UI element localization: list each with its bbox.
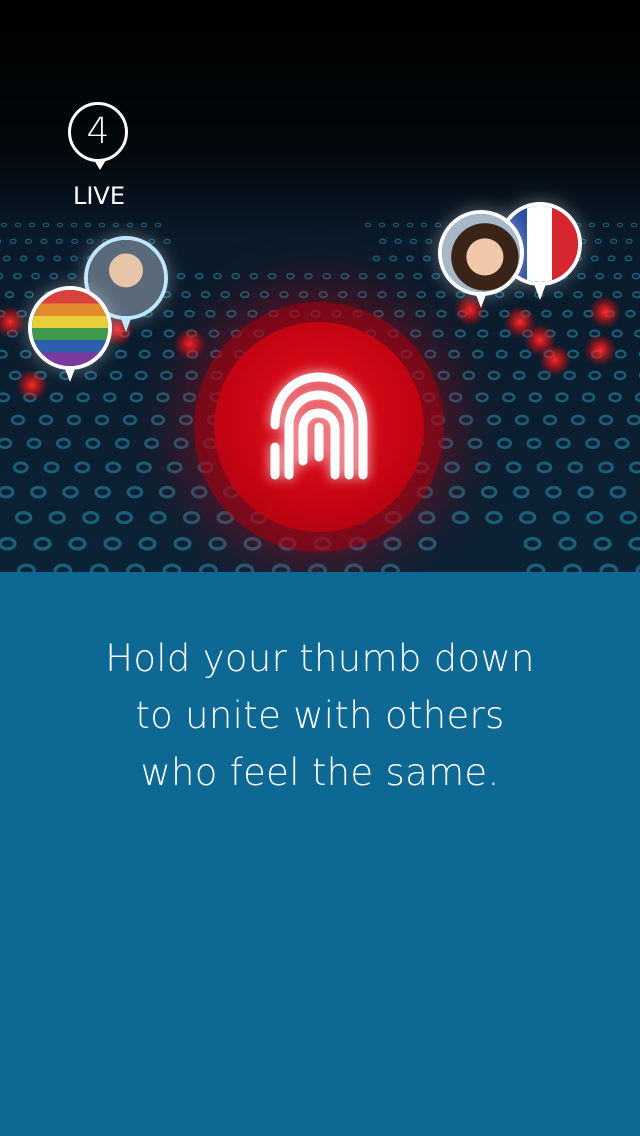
pin-tail (64, 366, 76, 382)
hotspot-glow (589, 296, 621, 328)
user-pin[interactable] (28, 286, 112, 396)
instruction-line-1: Hold your thumb down (105, 637, 535, 680)
user-pin[interactable] (438, 210, 524, 322)
avatar (28, 286, 112, 370)
live-counter: 4 LIVE (60, 100, 140, 212)
hero-map: 4 LIVE (0, 0, 640, 572)
hotspot-glow (174, 328, 206, 360)
pin-tail (120, 316, 132, 332)
hotspot-glow (539, 344, 571, 376)
counter-pin-tail (94, 160, 106, 170)
instruction-line-2: to unite with others (135, 694, 505, 737)
fingerprint-button[interactable] (214, 322, 424, 532)
pin-tail (534, 284, 546, 300)
pin-tail (475, 292, 487, 308)
fingerprint-icon (270, 372, 368, 480)
live-count: 4 (68, 102, 128, 162)
hotspot-glow (584, 334, 616, 366)
instruction-line-3: who feel the same. (140, 751, 500, 794)
live-label: LIVE (72, 182, 126, 210)
avatar (438, 210, 524, 296)
instruction-text: Hold your thumb down to unite with other… (40, 630, 600, 801)
